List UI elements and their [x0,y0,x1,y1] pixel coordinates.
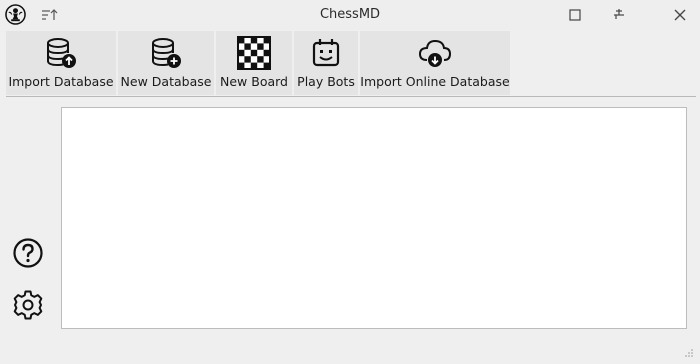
import-database-button[interactable]: Import Database [6,31,116,95]
main-content-panel[interactable] [61,107,687,329]
cloud-download-icon [418,39,452,67]
close-icon[interactable] [670,5,690,25]
new-board-label: New Board [220,74,288,89]
window-title: ChessMD [319,7,381,22]
help-icon[interactable] [12,237,44,269]
new-database-label: New Database [120,74,212,89]
app-window: ChessMD Import Database New Database New… [0,0,700,364]
play-bots-button[interactable]: Play Bots [294,31,358,95]
chessboard-icon [237,36,271,70]
new-database-button[interactable]: New Database [118,31,214,95]
gear-icon[interactable] [12,289,44,321]
import-database-label: Import Database [8,74,114,89]
new-board-button[interactable]: New Board [216,31,292,95]
play-bots-label: Play Bots [297,74,355,89]
import-online-database-label: Import Online Database [360,74,510,89]
import-online-database-button[interactable]: Import Online Database [360,31,510,95]
database-add-icon [152,38,181,68]
toolbar-divider [6,96,696,97]
database-upload-icon [47,38,76,68]
resize-grip-icon[interactable] [684,348,694,358]
title-bar: ChessMD [0,0,700,30]
main-toolbar: Import Database New Database New Board P… [6,31,512,95]
keep-above-icon[interactable] [609,5,629,25]
maximize-icon[interactable] [565,5,585,25]
robot-calendar-icon [312,39,340,67]
